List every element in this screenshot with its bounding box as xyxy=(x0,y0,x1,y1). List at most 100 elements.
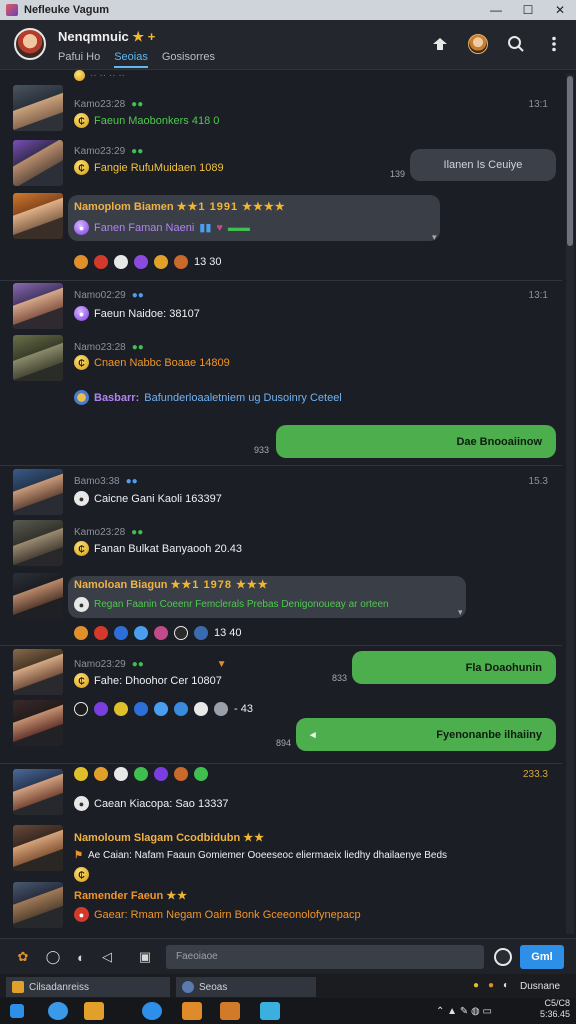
avatar[interactable] xyxy=(13,573,63,619)
window-titlebar: Nefleuke Vagum — ☐ ✕ xyxy=(0,0,576,20)
chat-scrollbar[interactable] xyxy=(566,74,574,934)
reaction-icon[interactable] xyxy=(154,255,168,269)
clock[interactable]: C5/C8 5:36.45 xyxy=(540,998,570,1020)
reaction-icon[interactable] xyxy=(174,702,188,716)
reaction-icon[interactable] xyxy=(174,255,188,269)
bubble-text: Ilanen Is Ceuiye xyxy=(443,159,523,171)
reaction-icon[interactable] xyxy=(94,626,108,640)
reaction-icon[interactable] xyxy=(74,702,88,716)
record-icon[interactable] xyxy=(494,948,512,966)
reaction-icon[interactable] xyxy=(194,702,208,716)
avatar[interactable] xyxy=(13,193,63,239)
avatar[interactable] xyxy=(13,283,63,329)
avatar[interactable] xyxy=(13,882,63,928)
search-icon[interactable] xyxy=(506,34,526,54)
message-text: ₵ Fahe: Dhoohor Cer 10807 xyxy=(74,673,222,688)
reaction-icon[interactable] xyxy=(114,626,128,640)
reaction-icon[interactable] xyxy=(174,767,188,781)
taskbar: Cilsadanreiss Seoas ● ● ◐ Dusnane ⌃ ▲ ✎ … xyxy=(0,974,576,1024)
message-author: Namoloum Slagam Ccodbidubn xyxy=(74,832,241,844)
reaction-icon[interactable] xyxy=(94,255,108,269)
reaction-bar[interactable]: 13 30 xyxy=(74,255,222,269)
bubble-time: ▾ xyxy=(432,232,437,242)
reaction-icon[interactable] xyxy=(154,767,168,781)
avatar[interactable] xyxy=(13,825,63,871)
avatar[interactable] xyxy=(13,85,63,131)
avatar[interactable] xyxy=(13,520,63,566)
reaction-icon[interactable] xyxy=(94,702,108,716)
emoji-icon[interactable]: ✿ xyxy=(14,948,32,966)
reaction-icon[interactable] xyxy=(134,626,148,640)
tray-icon[interactable]: ◐ xyxy=(503,980,509,991)
badge-icon: ● xyxy=(74,306,89,321)
avatar[interactable] xyxy=(13,700,63,746)
reaction-icon[interactable] xyxy=(94,767,108,781)
message-list[interactable]: ·· ·· ·· ·· Kamo23:28 ●● 13:1 ₵ Faeun Mao… xyxy=(0,70,562,938)
store-icon[interactable] xyxy=(142,1002,162,1020)
minimize-button[interactable]: — xyxy=(480,3,512,17)
app-icon[interactable] xyxy=(220,1002,240,1020)
mic-icon[interactable]: ◯ xyxy=(44,948,62,966)
reaction-icon[interactable] xyxy=(154,626,168,640)
sticker-icon[interactable]: ◐ xyxy=(72,948,90,966)
app-icon[interactable] xyxy=(182,1002,202,1020)
message-bubble-outgoing[interactable]: Dae Bnooaiinow xyxy=(276,425,556,458)
reaction-icon[interactable] xyxy=(174,626,188,640)
divider xyxy=(0,465,562,466)
message-bubble-right[interactable]: Ilanen Is Ceuiye xyxy=(410,149,556,181)
explorer-icon[interactable] xyxy=(84,1002,104,1020)
reaction-icon[interactable] xyxy=(214,702,228,716)
taskbar-tab-2[interactable]: Seoas xyxy=(176,977,316,997)
message-bubble-outgoing[interactable]: Fla Doaohunin xyxy=(352,651,556,684)
tab-1[interactable]: Pafui Ho xyxy=(58,51,100,68)
reaction-bar[interactable]: 13 40 xyxy=(74,626,242,640)
message-body: Fahe: Dhoohor Cer 10807 xyxy=(94,674,222,687)
message-meta: Kamo23:29 ●● xyxy=(74,146,144,157)
maximize-button[interactable]: ☐ xyxy=(512,3,544,17)
tab-2[interactable]: Seoias xyxy=(114,51,148,68)
send-button[interactable]: Gml xyxy=(520,945,564,969)
clipped-message: ·· ·· ·· ·· xyxy=(74,70,125,81)
tray-chevron-icon[interactable]: ⌃ ▲ ✎ ◍ ▭ xyxy=(436,1006,492,1017)
avatar[interactable] xyxy=(13,469,63,515)
avatar[interactable] xyxy=(13,335,63,381)
reaction-icon[interactable] xyxy=(134,767,148,781)
reaction-icon[interactable] xyxy=(114,767,128,781)
reaction-icon[interactable] xyxy=(74,626,88,640)
reaction-icon[interactable] xyxy=(114,702,128,716)
reaction-icon[interactable] xyxy=(74,255,88,269)
attach-icon[interactable]: ▣ xyxy=(136,948,154,966)
channel-avatar[interactable] xyxy=(14,28,46,60)
reaction-icon[interactable] xyxy=(134,255,148,269)
reaction-icon[interactable] xyxy=(134,702,148,716)
more-vertical-icon[interactable] xyxy=(544,34,564,54)
avatar[interactable] xyxy=(13,649,63,695)
puzzle-icon[interactable] xyxy=(430,34,450,54)
avatar[interactable] xyxy=(13,769,63,815)
scrollbar-thumb[interactable] xyxy=(567,76,573,246)
tab-3[interactable]: Gosisorres xyxy=(162,51,215,68)
tray-icon[interactable]: ● xyxy=(473,980,479,991)
message-input[interactable]: Faeoiaoe xyxy=(166,945,484,969)
reaction-bar[interactable]: - 43 xyxy=(74,702,253,716)
message-body: Ae Caian: Nafam Faaun Gomiemer Ooeeseoc … xyxy=(87,850,448,861)
reaction-icon[interactable] xyxy=(194,626,208,640)
taskbar-tab-1[interactable]: Cilsadanreiss xyxy=(6,977,170,997)
user-avatar[interactable] xyxy=(468,34,488,54)
chat-app-icon[interactable] xyxy=(260,1002,280,1020)
close-button[interactable]: ✕ xyxy=(544,3,576,17)
reaction-icon[interactable] xyxy=(154,702,168,716)
reaction-icon[interactable] xyxy=(74,767,88,781)
browser-icon[interactable] xyxy=(48,1002,68,1020)
message-meta: Namoloum Slagam Ccodbidubn ★★ xyxy=(74,831,265,844)
message-composer: ✿ ◯ ◐ ◁ ▣ Faeoiaoe Gml xyxy=(0,938,576,974)
reaction-icon[interactable] xyxy=(114,255,128,269)
message-bubble-outgoing[interactable]: ◂ Fyenonanbe ilhaiiny xyxy=(296,718,556,751)
start-icon[interactable] xyxy=(10,1004,24,1018)
gif-icon[interactable]: ◁ xyxy=(98,948,116,966)
rating-stars: ★★ xyxy=(166,890,189,902)
tray-icon[interactable]: ● xyxy=(488,980,494,991)
reaction-bar[interactable] xyxy=(74,767,208,781)
reaction-icon[interactable] xyxy=(194,767,208,781)
avatar[interactable] xyxy=(13,140,63,186)
